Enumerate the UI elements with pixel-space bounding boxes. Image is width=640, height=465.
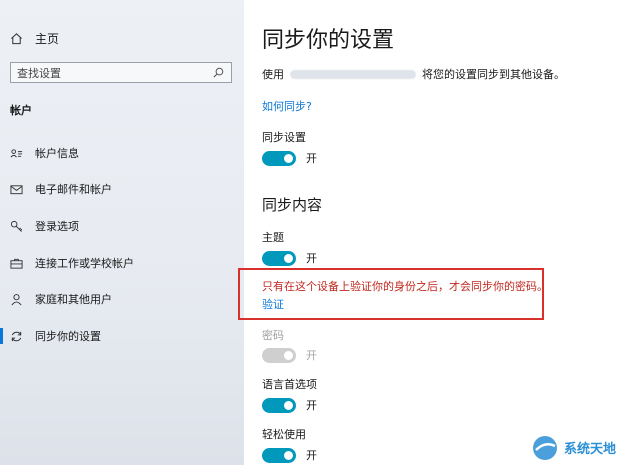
sidebar-home-label: 主页	[35, 31, 60, 46]
toggle-state: 开	[306, 252, 317, 265]
sidebar-item-label: 同步你的设置	[35, 330, 101, 343]
highlight-box	[238, 268, 544, 320]
sync-description: 使用 将您的设置同步到其他设备。	[262, 66, 565, 82]
sync-icon	[11, 331, 22, 341]
active-indicator	[0, 328, 3, 344]
sidebar-item-sync-settings[interactable]: 同步你的设置	[10, 326, 101, 346]
sidebar-item-label: 电子邮件和帐户	[35, 183, 112, 196]
mail-icon	[10, 184, 23, 194]
sync-content-heading: 同步内容	[262, 196, 323, 214]
sync-text-prefix: 使用	[262, 68, 284, 81]
theme-label: 主题	[262, 231, 284, 244]
sidebar-section-title: 帐户	[10, 104, 32, 117]
key-icon	[10, 220, 23, 232]
search-icon[interactable]	[212, 66, 225, 79]
toggle-state: 开	[306, 152, 317, 165]
sidebar-item-account-info[interactable]: 帐户信息	[10, 143, 79, 163]
toggle-state: 开	[306, 449, 317, 462]
sidebar-item-label: 家庭和其他用户	[35, 293, 112, 306]
theme-toggle-row: 开	[262, 250, 317, 266]
sidebar-item-work-school[interactable]: 连接工作或学校帐户	[10, 253, 134, 273]
sidebar-item-label: 登录选项	[35, 220, 79, 233]
ease-of-access-label: 轻松使用	[262, 428, 306, 441]
toggle-state: 开	[306, 399, 317, 412]
search-input[interactable]: 查找设置	[10, 62, 232, 83]
sidebar: 主页 查找设置 帐户 帐户信息 电子邮件和帐户 登录选项 连接工作或学校帐户 家…	[0, 0, 244, 465]
watermark-logo-icon	[533, 435, 557, 460]
language-toggle-row: 开	[262, 397, 317, 413]
ease-of-access-toggle[interactable]	[262, 447, 296, 463]
sync-text-suffix: 将您的设置同步到其他设备。	[422, 68, 565, 81]
main-content: 同步你的设置 使用 将您的设置同步到其他设备。 如何同步? 同步设置 开 同步内…	[244, 0, 640, 465]
person-card-icon	[10, 148, 23, 158]
language-toggle[interactable]	[262, 397, 296, 413]
sync-settings-toggle[interactable]	[262, 150, 296, 166]
home-icon	[11, 32, 22, 44]
sidebar-item-email-accounts[interactable]: 电子邮件和帐户	[10, 179, 112, 199]
how-sync-link[interactable]: 如何同步?	[262, 98, 312, 114]
password-toggle-row: 开	[262, 347, 317, 363]
redacted-email	[290, 69, 416, 79]
search-placeholder: 查找设置	[17, 66, 61, 80]
theme-toggle[interactable]	[262, 250, 296, 266]
sync-settings-label: 同步设置	[262, 131, 306, 144]
briefcase-icon	[10, 258, 23, 269]
watermark-text: 系统天地	[564, 442, 617, 457]
language-label: 语言首选项	[262, 378, 317, 391]
password-toggle[interactable]	[262, 347, 296, 363]
sidebar-home[interactable]: 主页	[10, 28, 59, 48]
ease-of-access-toggle-row: 开	[262, 447, 317, 463]
password-label: 密码	[262, 329, 284, 342]
sidebar-item-family-users[interactable]: 家庭和其他用户	[10, 289, 112, 309]
sidebar-item-label: 帐户信息	[35, 147, 79, 160]
watermark: 系统天地	[530, 430, 640, 465]
sidebar-item-sign-in-options[interactable]: 登录选项	[10, 216, 79, 236]
sidebar-item-label: 连接工作或学校帐户	[35, 257, 134, 270]
sync-settings-toggle-row: 开	[262, 150, 317, 166]
toggle-state: 开	[306, 349, 317, 362]
page-title: 同步你的设置	[262, 28, 395, 53]
person-icon	[11, 293, 22, 305]
